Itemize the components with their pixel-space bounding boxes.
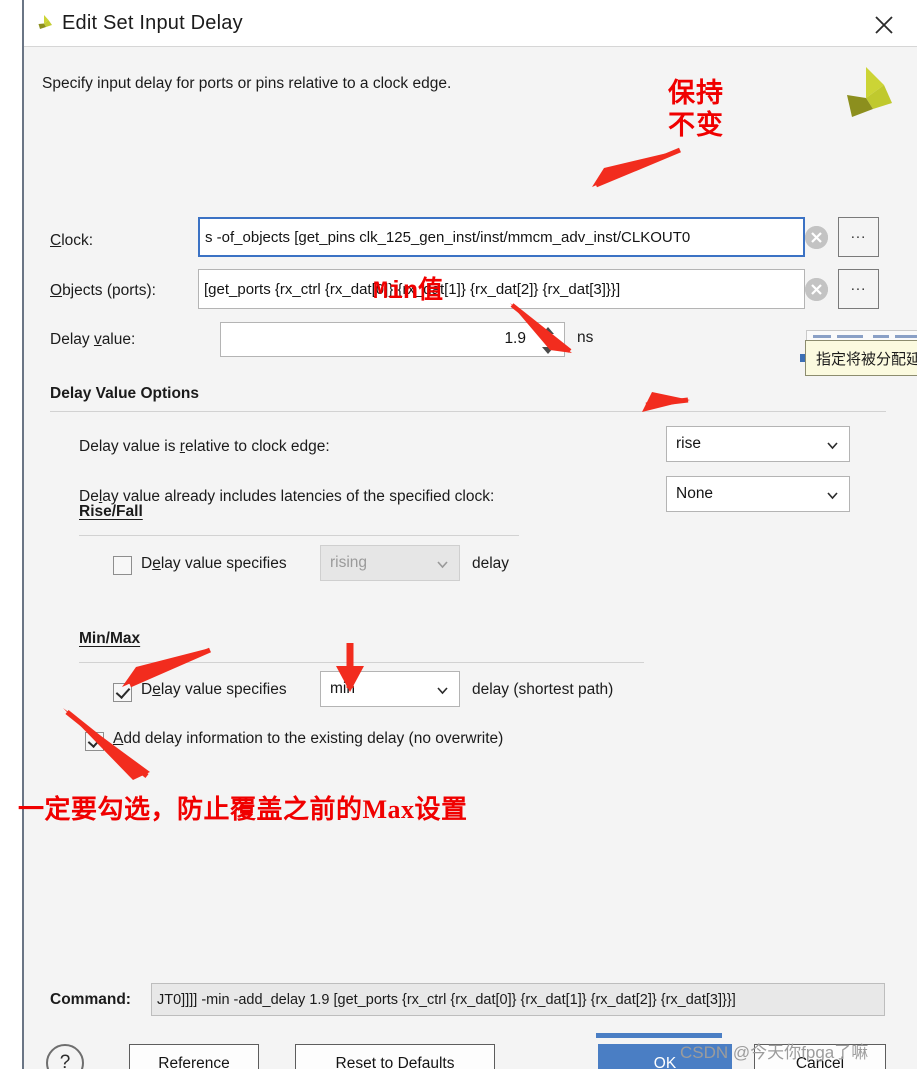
- reset-to-defaults-button[interactable]: Reset to Defaults: [295, 1044, 495, 1069]
- clock-input-value: s -of_objects [get_pins clk_125_gen_inst…: [205, 228, 691, 246]
- objects-browse-button[interactable]: ...: [838, 269, 879, 309]
- chevron-down-icon: [827, 490, 838, 501]
- caret-up-icon[interactable]: [542, 327, 554, 334]
- vivado-logo-icon: [32, 12, 56, 36]
- tooltip-text: 指定将被分配延: [816, 350, 917, 368]
- close-icon[interactable]: [869, 10, 899, 40]
- edit-set-input-delay-dialog: Edit Set Input Delay Specify input delay…: [22, 0, 917, 1069]
- objects-label: Objects (ports):: [50, 282, 156, 299]
- add-delay-checkbox[interactable]: [85, 732, 104, 751]
- objects-browse-label: ...: [850, 276, 867, 294]
- includes-latencies-value: None: [676, 485, 714, 502]
- xilinx-pinwheel-logo: [835, 65, 895, 127]
- clock-input[interactable]: s -of_objects [get_pins clk_125_gen_inst…: [198, 217, 805, 257]
- relative-to-clock-edge-value: rise: [676, 435, 701, 452]
- help-button[interactable]: ?: [46, 1044, 84, 1069]
- title-bar: Edit Set Input Delay: [24, 0, 917, 47]
- min-max-label-after: delay (shortest path): [472, 681, 614, 698]
- rise-fall-checkbox[interactable]: [113, 556, 132, 575]
- annotation-keep-unchanged: 保持 不变: [668, 78, 724, 140]
- delay-value-label: Delay value:: [50, 331, 136, 348]
- intro-text: Specify input delay for ports or pins re…: [42, 75, 452, 92]
- csdn-watermark: CSDN @今天你fpga了嘛: [680, 1043, 869, 1062]
- delay-value-unit: ns: [577, 329, 594, 346]
- min-max-label-before: Delay value specifies: [141, 681, 287, 698]
- dialog-body: Specify input delay for ports or pins re…: [24, 47, 917, 1069]
- objects-input[interactable]: [get_ports {rx_ctrl {rx_dat[0]} {rx_dat[…: [198, 269, 805, 309]
- rise-fall-select-value: rising: [330, 554, 368, 571]
- relative-to-clock-edge-label: Delay value is relative to clock edge:: [79, 438, 330, 455]
- delay-value-input-value: 1.9: [504, 330, 526, 347]
- window-title: Edit Set Input Delay: [62, 12, 243, 34]
- delay-value-options-divider: [50, 411, 886, 412]
- delay-value-tooltip: 指定将被分配延: [805, 340, 917, 376]
- objects-clear-icon[interactable]: [805, 278, 828, 301]
- relative-to-clock-edge-select[interactable]: rise: [666, 426, 850, 462]
- rise-fall-label-before: Delay value specifies: [141, 555, 287, 572]
- min-max-select[interactable]: min: [320, 671, 460, 707]
- csdn-logo-icon: [885, 1036, 907, 1060]
- clock-browse-button[interactable]: ...: [838, 217, 879, 257]
- min-max-divider: [79, 662, 644, 663]
- rise-fall-select: rising: [320, 545, 460, 581]
- chevron-down-icon: [827, 440, 838, 451]
- command-field: JT0]]]] -min -add_delay 1.9 [get_ports {…: [151, 983, 885, 1016]
- delay-value-stepper[interactable]: 1.9: [220, 322, 565, 357]
- command-label: Command:: [50, 991, 131, 1008]
- caret-down-icon[interactable]: [542, 347, 554, 354]
- annotation-must-check: 一定要勾选，防止覆盖之前的Max设置: [18, 795, 468, 824]
- command-value: JT0]]]] -min -add_delay 1.9 [get_ports {…: [157, 991, 736, 1008]
- chevron-down-icon: [437, 559, 448, 570]
- rise-fall-label-after: delay: [472, 555, 510, 572]
- clock-label: Clock:: [50, 232, 94, 249]
- includes-latencies-select[interactable]: None: [666, 476, 850, 512]
- chevron-down-icon: [437, 685, 448, 696]
- min-max-checkbox[interactable]: [113, 683, 132, 702]
- add-delay-label: Add delay information to the existing de…: [113, 730, 504, 747]
- objects-input-value: [get_ports {rx_ctrl {rx_dat[0]} {rx_dat[…: [204, 280, 621, 298]
- min-max-select-value: min: [330, 680, 355, 697]
- clock-browse-label: ...: [850, 224, 867, 242]
- clock-clear-icon[interactable]: [805, 226, 828, 249]
- annotation-min-value: Min值: [373, 277, 444, 306]
- delay-value-options-heading: Delay Value Options: [50, 385, 200, 402]
- rise-fall-heading: Rise/Fall: [79, 503, 143, 520]
- reference-button[interactable]: Reference: [129, 1044, 259, 1069]
- delay-value-spinner[interactable]: [538, 327, 558, 354]
- min-max-heading: Min/Max: [79, 630, 141, 647]
- rise-fall-divider: [79, 535, 519, 536]
